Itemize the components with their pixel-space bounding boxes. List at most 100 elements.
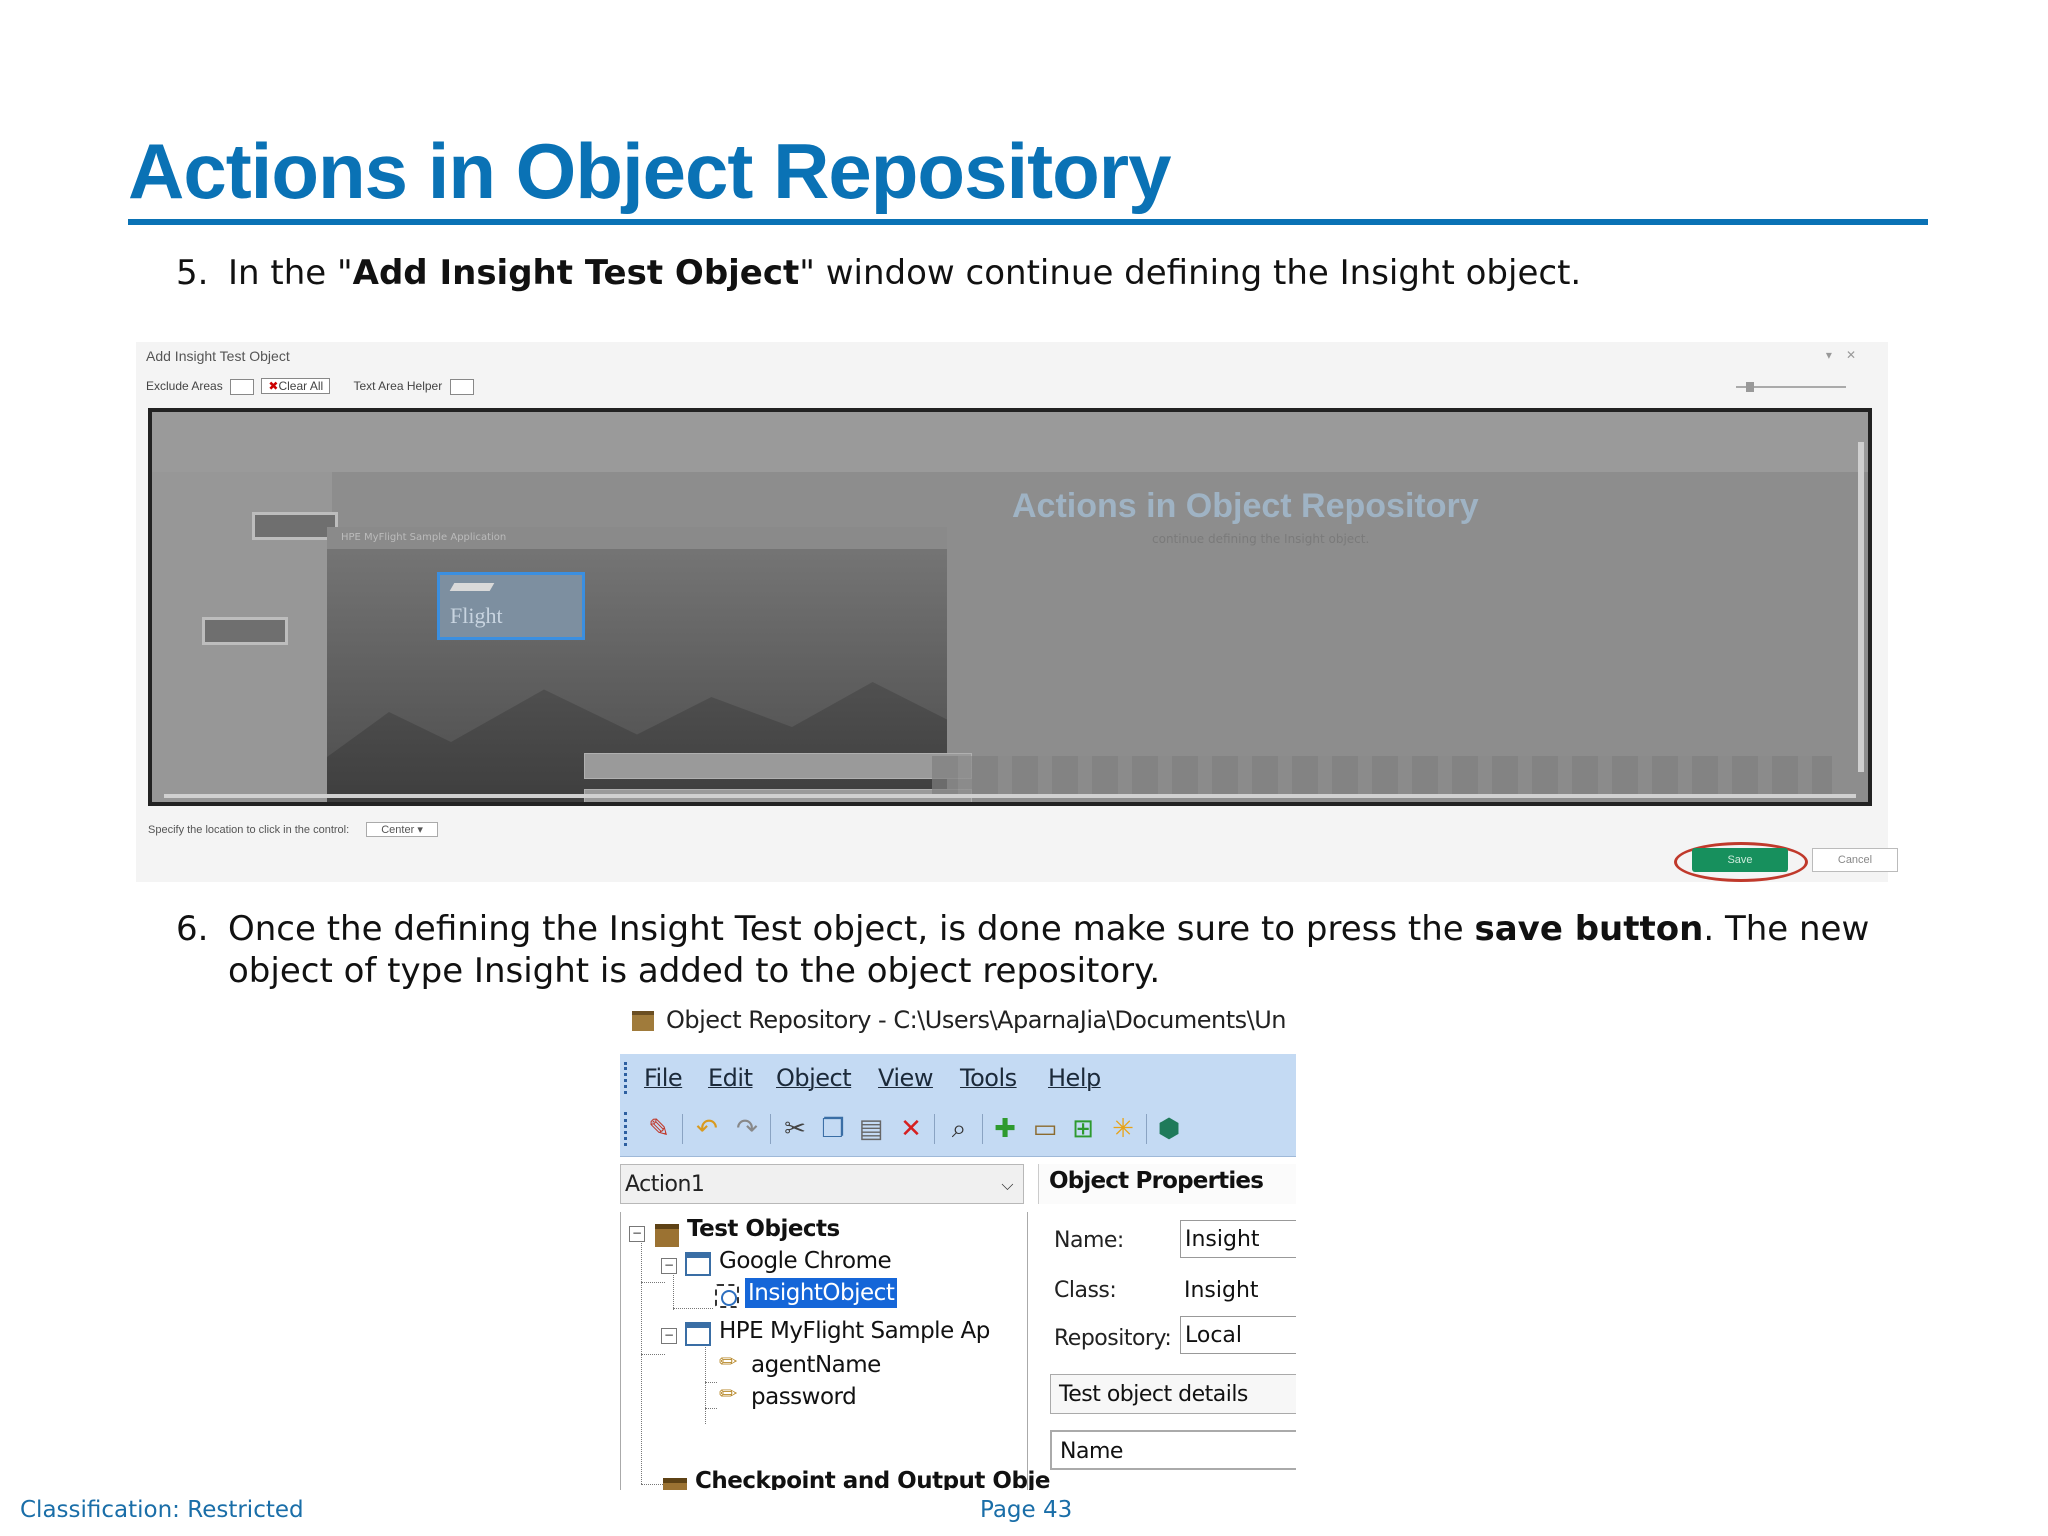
class-value: Insight — [1184, 1278, 1259, 1303]
tree-agent-name[interactable]: agentName — [751, 1350, 881, 1380]
find-icon[interactable]: ⌕ — [944, 1114, 974, 1144]
cancel-button[interactable]: Cancel — [1812, 848, 1898, 872]
tab-test-object-details[interactable]: Test object details — [1050, 1374, 1296, 1414]
collapse-test-objects[interactable]: − — [629, 1226, 645, 1242]
tree-password[interactable]: password — [751, 1382, 857, 1412]
repository-label: Repository: — [1054, 1326, 1172, 1351]
tree-google-chrome[interactable]: Google Chrome — [719, 1246, 892, 1276]
test-objects-icon — [655, 1224, 679, 1247]
captured-slide-title: Actions in Object Repository — [1012, 487, 1479, 525]
paste-icon[interactable]: ▤ — [856, 1114, 886, 1144]
checkpoint-icon — [663, 1478, 687, 1490]
exclude-areas-toggle[interactable] — [230, 378, 255, 395]
capture-toolbar: Exclude Areas ✖Clear All Text Area Helpe… — [146, 378, 478, 395]
captured-username-field — [584, 753, 972, 779]
mountain-image — [327, 682, 947, 802]
tree-hpe-myflight[interactable]: HPE MyFlight Sample Ap — [719, 1316, 990, 1346]
copy-icon[interactable]: ❐ — [818, 1114, 848, 1144]
text-area-helper-label: Text Area Helper — [353, 379, 443, 393]
menubar-grip[interactable] — [624, 1062, 630, 1094]
captured-thumb — [252, 512, 338, 540]
menu-file[interactable]: File — [644, 1064, 683, 1092]
capture-canvas[interactable]: Actions in Object Repository continue de… — [148, 408, 1872, 806]
menu-view[interactable]: View — [878, 1064, 933, 1092]
insight-object-icon — [715, 1284, 739, 1308]
step-5-bold: Add Insight Test Object — [352, 253, 800, 293]
name-column-header[interactable]: Name — [1050, 1430, 1296, 1470]
properties-header: Object Properties — [1038, 1164, 1296, 1204]
menu-edit[interactable]: Edit — [708, 1064, 753, 1092]
undo-icon[interactable]: ↶ — [692, 1114, 722, 1144]
vertical-scrollbar[interactable] — [1858, 442, 1864, 772]
step-6-bold: save button — [1474, 909, 1704, 949]
window-title: Object Repository - C:\Users\AparnaJia\D… — [632, 1006, 1287, 1034]
click-location-row: Specify the location to click in the con… — [148, 822, 438, 837]
step-5-number: 5. — [176, 253, 209, 293]
name-label: Name: — [1054, 1228, 1124, 1253]
object-repository-window: Object Repository - C:\Users\AparnaJia\D… — [620, 1000, 1296, 1490]
zoom-slider-knob[interactable] — [1746, 382, 1754, 392]
text-area-helper-toggle[interactable] — [449, 378, 474, 395]
object-properties-panel: Object Properties Name: Insight Class: I… — [1038, 1164, 1296, 1490]
captured-app-window: HPE MyFlight Sample Application — [327, 527, 972, 802]
repository-field[interactable]: Local — [1180, 1316, 1296, 1354]
application-icon — [685, 1322, 711, 1346]
step-6-number: 6. — [176, 909, 209, 949]
exclude-areas-label: Exclude Areas — [146, 379, 223, 393]
click-location-label: Specify the location to click in the con… — [148, 824, 350, 836]
step-5-text: In the "Add Insight Test Object" window … — [228, 253, 1582, 293]
save-button[interactable]: Save — [1692, 848, 1788, 872]
record-icon[interactable]: ✎ — [644, 1114, 674, 1144]
edit-field-icon: ✏ — [719, 1382, 738, 1407]
page-number: Page 43 — [980, 1497, 1073, 1523]
captured-ribbon — [152, 412, 1868, 472]
plane-icon — [449, 583, 495, 591]
object-tree: − Test Objects − Google Chrome InsightOb… — [620, 1212, 1050, 1490]
clear-all-button[interactable]: ✖Clear All — [261, 378, 331, 394]
add-object-icon[interactable]: ✚ — [990, 1114, 1020, 1144]
step-5: 5. In the "Add Insight Test Object" wind… — [176, 252, 1976, 294]
window-title: Add Insight Test Object — [146, 348, 290, 364]
add-insight-test-object-window: Add Insight Test Object ▾✕ Exclude Areas… — [136, 342, 1898, 882]
window-controls[interactable]: ▾✕ — [1826, 348, 1870, 362]
repository-icon — [632, 1011, 654, 1031]
insight-selection-box[interactable]: Flight — [437, 572, 585, 640]
slide-title: Actions in Object Repository — [128, 127, 1171, 215]
toolbar-grip[interactable] — [624, 1112, 630, 1146]
title-underline — [128, 219, 1928, 225]
captured-slide-panel — [152, 472, 338, 802]
collapse-hpe-app[interactable]: − — [661, 1328, 677, 1344]
flight-logo-text: Flight — [450, 603, 503, 628]
highlight-icon[interactable]: ✳ — [1108, 1114, 1138, 1144]
action-select[interactable]: Action1 ⌵ — [620, 1164, 1024, 1204]
menu-tools[interactable]: Tools — [960, 1064, 1017, 1092]
horizontal-scrollbar[interactable] — [164, 794, 1856, 798]
add-insight-icon[interactable]: ⊞ — [1068, 1114, 1098, 1144]
zoom-slider[interactable] — [1716, 382, 1866, 392]
export-icon[interactable]: ⬢ — [1154, 1114, 1184, 1144]
menu-object[interactable]: Object — [776, 1064, 852, 1092]
collapse-google-chrome[interactable]: − — [661, 1258, 677, 1274]
tree-insight-object[interactable]: InsightObject — [745, 1278, 898, 1308]
captured-thumb — [202, 617, 288, 645]
menu-bar: File Edit Object View Tools Help — [620, 1054, 1296, 1102]
delete-icon[interactable]: ✕ — [896, 1114, 926, 1144]
clear-icon: ✖ — [268, 379, 279, 393]
classification-label: Classification: Restricted — [20, 1497, 304, 1523]
captured-slide-text: continue defining the Insight object. — [1152, 532, 1370, 546]
browser-icon — [685, 1252, 711, 1276]
edit-field-icon: ✏ — [719, 1350, 738, 1375]
add-repository-icon[interactable]: ▭ — [1030, 1114, 1060, 1144]
menu-help[interactable]: Help — [1048, 1064, 1101, 1092]
redo-icon[interactable]: ↷ — [732, 1114, 762, 1144]
captured-app-title: HPE MyFlight Sample Application — [327, 527, 947, 549]
captured-footer-pattern — [932, 756, 1832, 796]
chevron-down-icon: ⌵ — [1001, 1175, 1013, 1194]
cut-icon[interactable]: ✂ — [780, 1114, 810, 1144]
step-6: 6. Once the defining the Insight Test ob… — [176, 908, 1996, 992]
tree-checkpoint[interactable]: Checkpoint and Output Obje — [695, 1466, 1050, 1490]
name-field[interactable]: Insight — [1180, 1220, 1296, 1258]
tree-test-objects[interactable]: Test Objects — [687, 1214, 840, 1244]
toolbar: ✎ ↶ ↷ ✂ ❐ ▤ ✕ ⌕ ✚ ▭ ⊞ ✳ ⬢ — [620, 1102, 1296, 1157]
click-location-select[interactable]: Center ▾ — [366, 822, 438, 837]
